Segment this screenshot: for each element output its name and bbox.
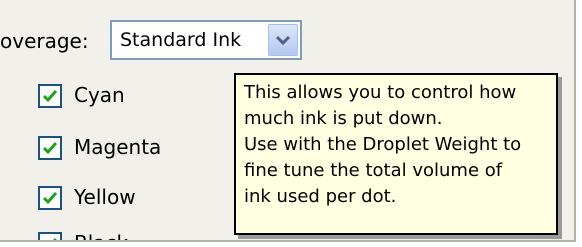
cyan-checkbox[interactable] bbox=[38, 84, 62, 108]
coverage-label: overage: bbox=[0, 29, 89, 53]
magenta-label: Magenta bbox=[74, 135, 162, 159]
yellow-checkbox[interactable] bbox=[38, 186, 62, 210]
checkmark-icon bbox=[42, 192, 58, 205]
coverage-dropdown[interactable]: Standard Ink bbox=[110, 20, 302, 60]
black-label: Black bbox=[74, 231, 128, 240]
coverage-tooltip: This allows you to control how much ink … bbox=[234, 73, 558, 235]
cyan-label: Cyan bbox=[74, 83, 125, 107]
black-checkbox[interactable] bbox=[38, 232, 62, 240]
magenta-checkbox[interactable] bbox=[38, 136, 62, 160]
print-settings-panel: overage: Standard Ink Cyan Magenta Yello… bbox=[0, 0, 576, 242]
checkmark-icon bbox=[42, 90, 58, 103]
tooltip-line: ink used per dot. bbox=[244, 186, 397, 207]
checkmark-icon bbox=[53, 238, 58, 240]
yellow-label: Yellow bbox=[74, 185, 136, 209]
checkmark-icon bbox=[42, 142, 58, 155]
tooltip-line: much ink is put down. bbox=[244, 108, 443, 129]
dropdown-arrow-icon[interactable] bbox=[268, 24, 298, 56]
tooltip-line: Use with the Droplet Weight to bbox=[244, 134, 522, 155]
tooltip-line: fine tune the total volume of bbox=[244, 160, 503, 181]
coverage-selected-value: Standard Ink bbox=[120, 29, 242, 51]
tooltip-line: This allows you to control how bbox=[244, 82, 517, 103]
